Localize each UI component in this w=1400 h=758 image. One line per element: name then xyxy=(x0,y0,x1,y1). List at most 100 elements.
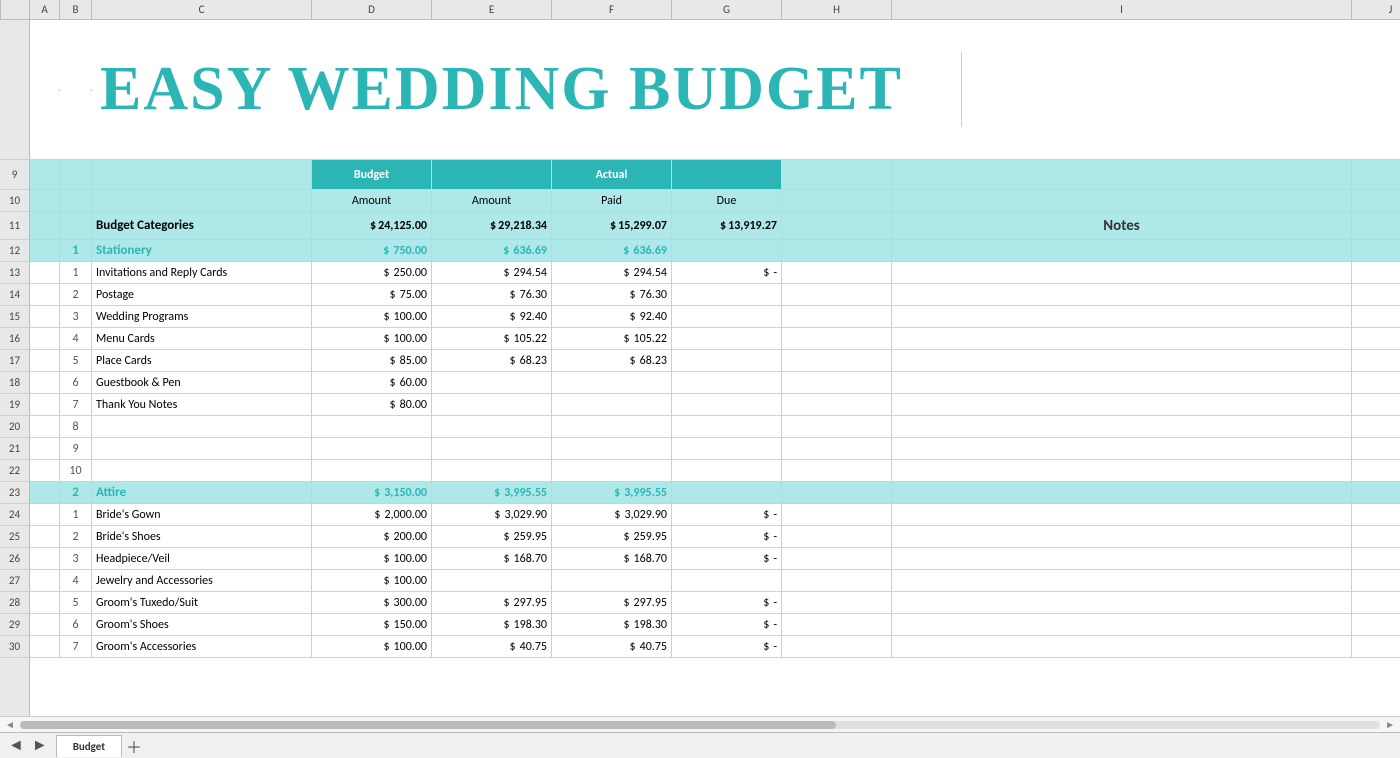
notes-header: Notes xyxy=(892,212,1352,239)
row-num-1 xyxy=(0,20,29,160)
title-col-a xyxy=(30,89,60,91)
stat-cat-a xyxy=(30,240,60,261)
header-row9-h xyxy=(782,160,892,189)
stat-cat-i xyxy=(892,240,1352,261)
header-row9-b xyxy=(60,160,92,189)
header-row-totals: Budget Categories $ 24,125.00 $ 29,218.3… xyxy=(30,212,1400,240)
stat-budget-d: $ xyxy=(383,244,389,258)
stat-cat-budget: $ 750.00 xyxy=(312,240,432,261)
row-num-19: 19 xyxy=(0,394,29,416)
tab-scroll-left[interactable]: ◄ xyxy=(4,736,28,755)
due-total-value: 13,919.27 xyxy=(728,219,777,233)
scrollbar-track[interactable] xyxy=(20,721,1380,729)
col-header-h: H xyxy=(782,0,892,19)
budget-tab[interactable]: Budget xyxy=(56,735,122,757)
paid-total: $ 15,299.07 xyxy=(552,212,672,239)
col-header-g: G xyxy=(672,0,782,19)
col-header-c: C xyxy=(92,0,312,19)
attire-item-7: 7 Groom's Accessories $100.00 $40.75 $40… xyxy=(30,636,1400,658)
stat-actual-d: $ xyxy=(503,244,509,258)
spreadsheet-title: EASY WEDDING BUDGET xyxy=(92,52,962,127)
row-num-16: 16 xyxy=(0,328,29,350)
row-num-21: 21 xyxy=(0,438,29,460)
add-sheet-button[interactable]: ＋ xyxy=(124,736,144,756)
title-col-b xyxy=(60,89,92,91)
row-num-30: 30 xyxy=(0,636,29,658)
stat-item-10: 10 xyxy=(30,460,1400,482)
attire-item-5: 5 Groom's Tuxedo/Suit $300.00 $297.95 $2… xyxy=(30,592,1400,614)
col-header-b: B xyxy=(60,0,92,19)
row-num-22: 22 xyxy=(0,460,29,482)
horizontal-scrollbar[interactable]: ◄ ► xyxy=(0,716,1400,732)
row-num-10: 10 xyxy=(0,190,29,212)
stat-item-7: 7 Thank You Notes $80.00 xyxy=(30,394,1400,416)
attire-item-6: 6 Groom's Shoes $150.00 $198.30 $198.30 … xyxy=(30,614,1400,636)
col-header-d: D xyxy=(312,0,432,19)
row-num-12: 12 xyxy=(0,240,29,262)
header-row9-i xyxy=(892,160,1352,189)
sheet-content: EASY WEDDING BUDGET Budget Actual xyxy=(30,20,1400,716)
due-label: Due xyxy=(672,190,782,211)
stat-item-8: 8 xyxy=(30,416,1400,438)
header-row10-h xyxy=(782,190,892,211)
paid-total-dollar: $ xyxy=(610,219,616,233)
stat-item-9: 9 xyxy=(30,438,1400,460)
totals-row-b xyxy=(60,212,92,239)
actual-header-e xyxy=(432,160,552,189)
attire-item-1: 1 Bride's Gown $2,000.00 $3,029.90 $3,02… xyxy=(30,504,1400,526)
budget-total-dollar: $ xyxy=(370,219,376,233)
row-num-14: 14 xyxy=(0,284,29,306)
header-row9-c xyxy=(92,160,312,189)
header-row9-a xyxy=(30,160,60,189)
row-num-20: 20 xyxy=(0,416,29,438)
actual-total-dollar: $ xyxy=(490,219,496,233)
col-header-e: E xyxy=(432,0,552,19)
row-num-9: 9 xyxy=(0,160,29,190)
col-header-f: F xyxy=(552,0,672,19)
stat-paid-v: 636.69 xyxy=(633,244,667,258)
stat-cat-paid: $ 636.69 xyxy=(552,240,672,261)
attire-item-3: 3 Headpiece/Veil $100.00 $168.70 $168.70… xyxy=(30,548,1400,570)
row-num-26: 26 xyxy=(0,548,29,570)
row-num-17: 17 xyxy=(0,350,29,372)
stat-item-2: 2 Postage $75.00 $76.30 $76.30 xyxy=(30,284,1400,306)
actual-amount-total: $ 29,218.34 xyxy=(432,212,552,239)
header-row-amounts: Amount Amount Paid Due xyxy=(30,190,1400,212)
col-header-j: J xyxy=(1352,0,1400,19)
category-stationery-row: 1 Stationery $ 750.00 $ 636.69 $ 636.69 xyxy=(30,240,1400,262)
row-num-corner xyxy=(0,0,30,19)
actual-header-g xyxy=(672,160,782,189)
actual-total-value: 29,218.34 xyxy=(498,219,547,233)
row-num-24: 24 xyxy=(0,504,29,526)
stat-item-6: 6 Guestbook & Pen $60.00 xyxy=(30,372,1400,394)
due-total-dollar: $ xyxy=(720,219,726,233)
col-header-i: I xyxy=(892,0,1352,19)
tab-bar: ◄ ► Budget ＋ xyxy=(0,732,1400,758)
scroll-left-arrow[interactable]: ◄ xyxy=(2,718,18,731)
stat-cat-due xyxy=(672,240,782,261)
stat-cat-actual: $ 636.69 xyxy=(432,240,552,261)
row-num-28: 28 xyxy=(0,592,29,614)
spreadsheet-body: 9 10 11 12 13 14 15 16 17 18 19 20 21 22… xyxy=(0,20,1400,716)
budget-amount-label: Amount xyxy=(312,190,432,211)
actual-amount-label: Amount xyxy=(432,190,552,211)
stat-cat-name: Stationery xyxy=(92,240,312,261)
row-num-13: 13 xyxy=(0,262,29,284)
stat-cat-h xyxy=(782,240,892,261)
budget-categories-label: Budget Categories xyxy=(92,212,312,239)
stat-cat-j xyxy=(1352,240,1400,261)
title-notes-area xyxy=(962,89,1400,91)
column-headers: A B C D E F G H I J xyxy=(0,0,1400,20)
stat-actual-v: 636.69 xyxy=(513,244,547,258)
row-num-18: 18 xyxy=(0,372,29,394)
scroll-right-arrow[interactable]: ► xyxy=(1382,718,1398,731)
totals-row-a xyxy=(30,212,60,239)
row-num-29: 29 xyxy=(0,614,29,636)
spreadsheet-wrapper: A B C D E F G H I J 9 10 11 12 13 14 15 … xyxy=(0,0,1400,758)
stat-item-3: 3 Wedding Programs $100.00 $92.40 $92.40 xyxy=(30,306,1400,328)
header-row-budget-actual: Budget Actual xyxy=(30,160,1400,190)
tab-scroll-right[interactable]: ► xyxy=(28,736,52,755)
header-row10-c xyxy=(92,190,312,211)
row-numbers: 9 10 11 12 13 14 15 16 17 18 19 20 21 22… xyxy=(0,20,30,716)
totals-row-j xyxy=(1352,212,1400,239)
